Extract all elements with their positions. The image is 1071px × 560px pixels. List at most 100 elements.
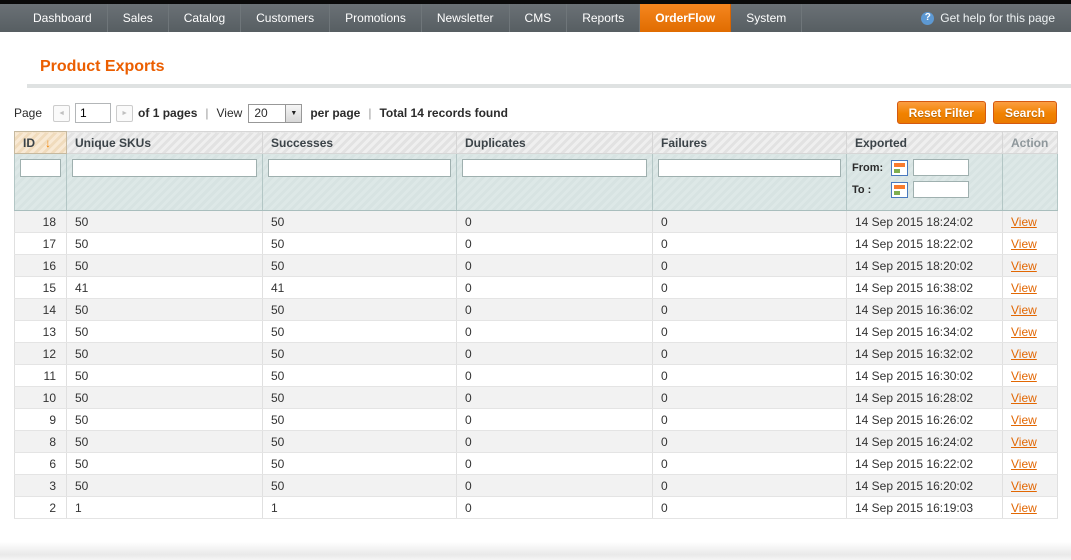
view-link[interactable]: View [1011,369,1037,383]
column-header-id[interactable]: ID ↓ [14,131,67,154]
view-link[interactable]: View [1011,259,1037,273]
per-page-select[interactable]: 20 ▼ [248,103,303,123]
footer-fade [0,542,1071,560]
sort-desc-icon: ↓ [45,135,51,150]
cell-unique-skus: 50 [66,452,263,475]
cell-exported: 14 Sep 2015 16:34:02 [846,320,1003,343]
cell-exported: 14 Sep 2015 16:22:02 [846,452,1003,475]
cell-successes: 50 [262,210,457,233]
nav-item-orderflow[interactable]: OrderFlow [640,4,732,32]
view-link[interactable]: View [1011,325,1037,339]
nav-item-newsletter[interactable]: Newsletter [422,4,510,32]
nav-item-system[interactable]: System [731,4,803,32]
cell-duplicates: 0 [456,254,653,277]
cell-unique-skus: 50 [66,430,263,453]
successes-filter-input[interactable] [268,159,451,177]
per-page-selected-value: 20 [254,106,268,120]
cell-unique-skus: 41 [66,276,263,299]
to-label: To : [852,183,872,196]
reset-filter-button[interactable]: Reset Filter [896,101,986,124]
cell-exported: 14 Sep 2015 16:32:02 [846,342,1003,365]
cell-successes: 50 [262,386,457,409]
header-row: ID ↓ Unique SKUs Successes Duplicates Fai… [14,131,1058,154]
nav-item-promotions[interactable]: Promotions [330,4,422,32]
cell-failures: 0 [652,408,847,431]
cell-unique-skus: 50 [66,210,263,233]
nav-item-cms[interactable]: CMS [510,4,568,32]
cell-unique-skus: 50 [66,232,263,255]
id-filter-input[interactable] [20,159,61,177]
cell-successes: 50 [262,364,457,387]
view-link[interactable]: View [1011,501,1037,515]
column-header-successes[interactable]: Successes [262,131,457,154]
view-link[interactable]: View [1011,435,1037,449]
cell-exported: 14 Sep 2015 16:30:02 [846,364,1003,387]
cell-failures: 0 [652,364,847,387]
exported-from-input[interactable] [913,159,969,176]
cell-duplicates: 0 [456,496,653,519]
calendar-icon[interactable] [891,159,908,176]
cell-id: 14 [14,298,67,321]
failures-filter-input[interactable] [658,159,841,177]
table-row: 11 50 50 0 0 14 Sep 2015 16:30:02 View [14,364,1058,387]
cell-successes: 50 [262,254,457,277]
nav-item-reports[interactable]: Reports [567,4,641,32]
column-header-duplicates[interactable]: Duplicates [456,131,653,154]
cell-successes: 50 [262,298,457,321]
cell-id: 15 [14,276,67,299]
table-row: 6 50 50 0 0 14 Sep 2015 16:22:02 View [14,452,1058,475]
cell-exported: 14 Sep 2015 16:20:02 [846,474,1003,497]
cell-successes: 50 [262,474,457,497]
cell-duplicates: 0 [456,430,653,453]
table-row: 2 1 1 0 0 14 Sep 2015 16:19:03 View [14,496,1058,519]
search-button[interactable]: Search [992,101,1057,124]
view-label: View [216,106,243,120]
nav-item-sales[interactable]: Sales [108,4,169,32]
cell-failures: 0 [652,452,847,475]
cell-duplicates: 0 [456,408,653,431]
view-link[interactable]: View [1011,479,1037,493]
view-link[interactable]: View [1011,457,1037,471]
duplicates-filter-input[interactable] [462,159,647,177]
cell-successes: 50 [262,430,457,453]
column-header-failures[interactable]: Failures [652,131,847,154]
cell-id: 8 [14,430,67,453]
view-link[interactable]: View [1011,237,1037,251]
main-nav: Dashboard Sales Catalog Customers Promot… [0,4,1071,32]
column-header-unique-skus[interactable]: Unique SKUs [66,131,263,154]
cell-duplicates: 0 [456,342,653,365]
view-link[interactable]: View [1011,347,1037,361]
next-page-button[interactable]: ► [116,104,134,122]
cell-id: 18 [14,210,67,233]
nav-item-catalog[interactable]: Catalog [169,4,242,32]
nav-item-customers[interactable]: Customers [241,4,331,32]
cell-failures: 0 [652,298,847,321]
unique-skus-filter-input[interactable] [72,159,257,177]
page-number-input[interactable] [75,103,112,123]
nav-item-dashboard[interactable]: Dashboard [18,4,108,32]
cell-successes: 50 [262,452,457,475]
cell-id: 12 [14,342,67,365]
cell-unique-skus: 1 [66,496,263,519]
calendar-icon[interactable] [891,181,908,198]
view-link[interactable]: View [1011,303,1037,317]
view-link[interactable]: View [1011,413,1037,427]
cell-failures: 0 [652,254,847,277]
cell-duplicates: 0 [456,474,653,497]
help-label: Get help for this page [940,11,1055,25]
get-help-link[interactable]: ? Get help for this page [921,4,1071,32]
column-header-exported[interactable]: Exported [846,131,1003,154]
prev-page-button[interactable]: ◄ [53,104,71,122]
cell-duplicates: 0 [456,276,653,299]
cell-failures: 0 [652,496,847,519]
table-row: 17 50 50 0 0 14 Sep 2015 18:22:02 View [14,232,1058,255]
cell-exported: 14 Sep 2015 18:22:02 [846,232,1003,255]
cell-unique-skus: 50 [66,386,263,409]
cell-unique-skus: 50 [66,342,263,365]
cell-exported: 14 Sep 2015 16:36:02 [846,298,1003,321]
exported-to-input[interactable] [913,181,969,198]
view-link[interactable]: View [1011,281,1037,295]
cell-id: 3 [14,474,67,497]
view-link[interactable]: View [1011,391,1037,405]
view-link[interactable]: View [1011,215,1037,229]
